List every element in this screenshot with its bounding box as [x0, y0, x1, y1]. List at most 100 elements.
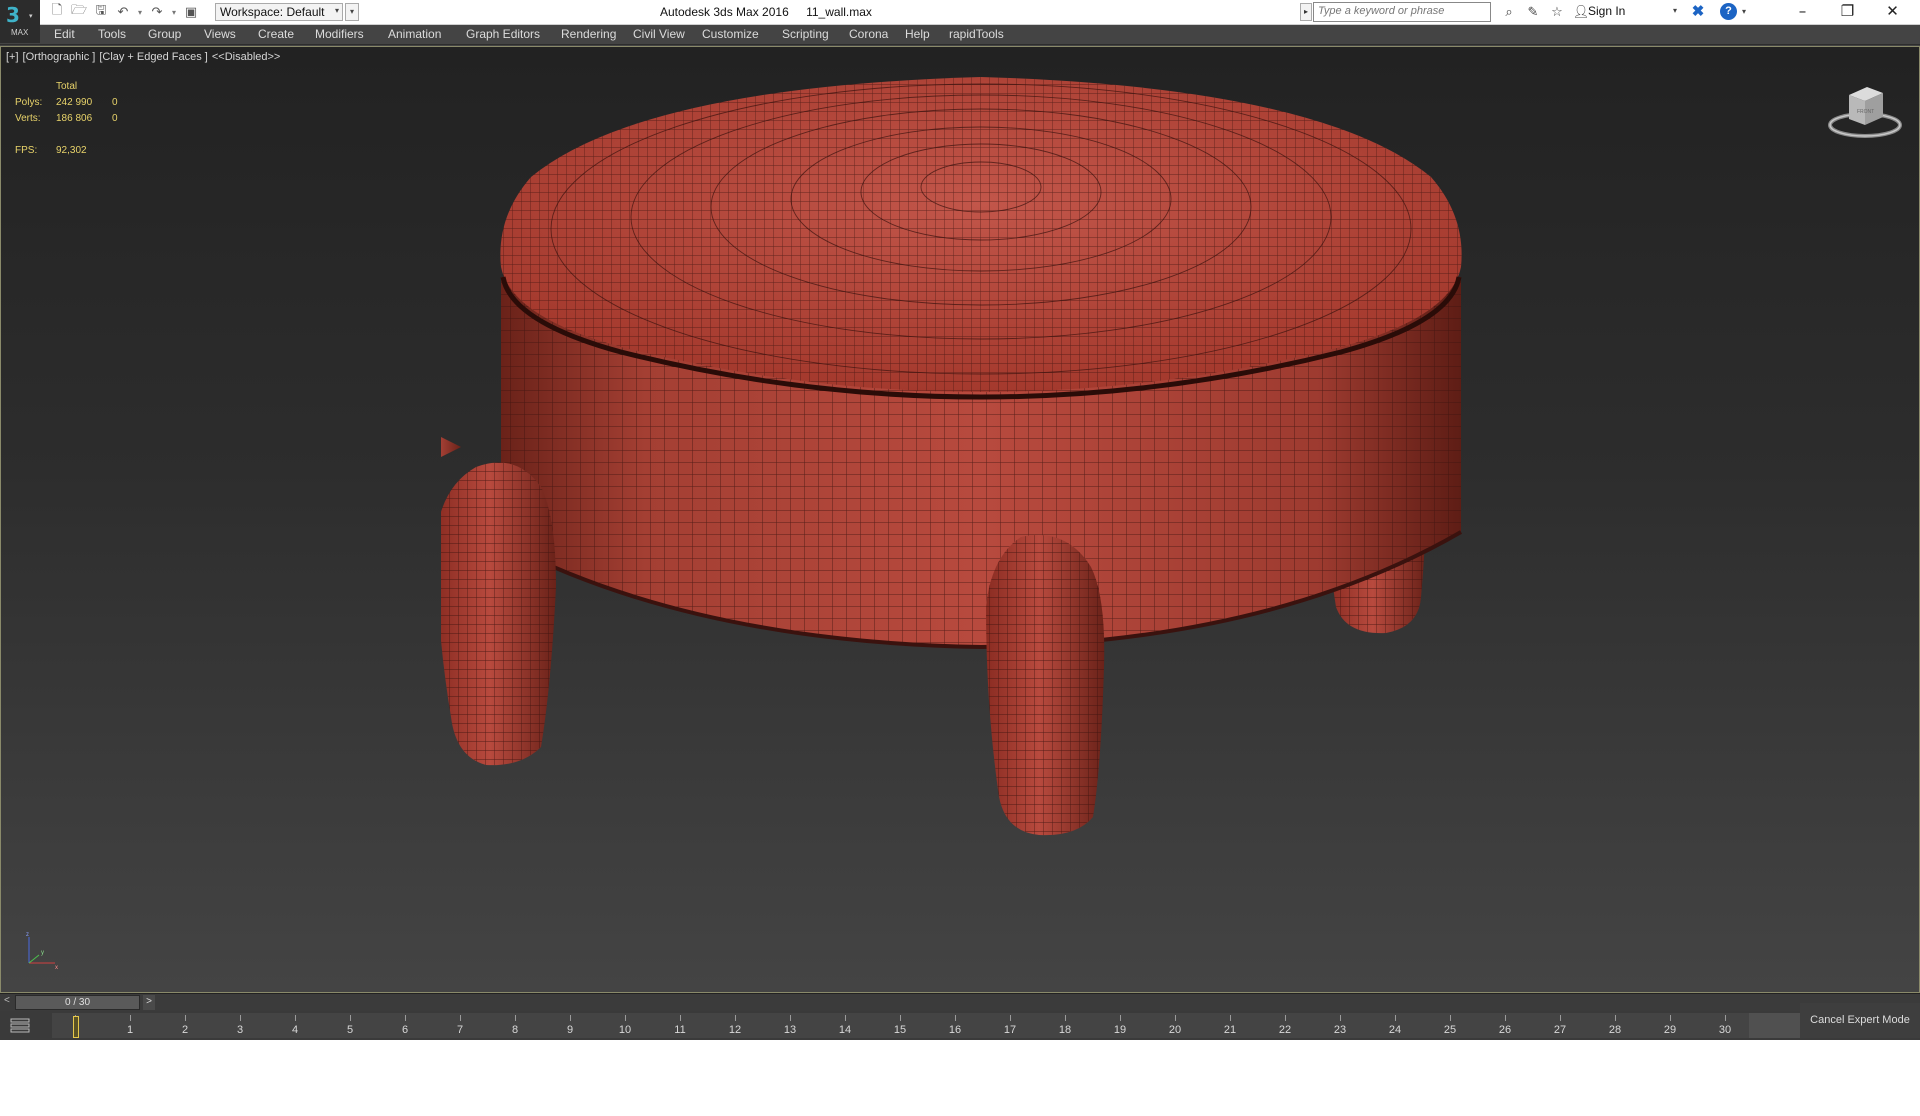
max-logo-icon: 3	[6, 3, 20, 27]
menu-tools[interactable]: Tools	[98, 27, 126, 41]
timeline-tick	[1395, 1015, 1396, 1021]
menu-modifiers[interactable]: Modifiers	[315, 27, 364, 41]
sign-in-button[interactable]: Sign In	[1588, 4, 1625, 18]
menu-group[interactable]: Group	[148, 27, 181, 41]
timeline-tick	[1670, 1015, 1671, 1021]
save-icon[interactable]: 🖫	[90, 2, 112, 22]
timeline-frame-label: 13	[783, 1024, 797, 1036]
viewport-view-menu[interactable]: [Orthographic ]	[23, 51, 96, 63]
menu-help[interactable]: Help	[905, 27, 930, 41]
timeline-tick	[295, 1015, 296, 1021]
pouf-model[interactable]	[441, 67, 1521, 982]
timeline-tick	[1450, 1015, 1451, 1021]
viewport-shading-menu[interactable]: [Clay + Edged Faces ]	[99, 51, 208, 63]
timeline-tick	[1010, 1015, 1011, 1021]
new-file-icon[interactable]: 🗋	[46, 2, 68, 22]
menu-create[interactable]: Create	[258, 27, 294, 41]
perspective-viewport[interactable]: [+] [Orthographic ] [Clay + Edged Faces ] <…	[0, 46, 1920, 993]
front-left-leg[interactable]	[441, 462, 556, 766]
viewcube-face-label: FRONT	[1857, 109, 1874, 115]
search-placeholder: Type a keyword or phrase	[1318, 5, 1445, 17]
timeline-track[interactable]: 1 2 3 4 5 6 7 8 9 10 11 12 13 14 15 16 17 18 19 20 21 22 23 24 2…	[52, 1013, 1749, 1038]
chevron-down-icon[interactable]: ▾	[1673, 6, 1677, 15]
menu-corona[interactable]: Corona	[849, 27, 888, 41]
menu-civil-view[interactable]: Civil View	[633, 27, 685, 41]
search-input[interactable]: Type a keyword or phrase	[1313, 2, 1491, 22]
timeline-frame-label: 30	[1718, 1024, 1732, 1036]
timeline-tick	[790, 1015, 791, 1021]
restore-button[interactable]: ❐	[1825, 0, 1870, 24]
menu-customize[interactable]: Customize	[702, 27, 759, 41]
timeline-frame-label: 18	[1058, 1024, 1072, 1036]
menu-edit[interactable]: Edit	[54, 27, 75, 41]
timeline-frame-label: 21	[1223, 1024, 1237, 1036]
timeline-tick	[1505, 1015, 1506, 1021]
app-title: Autodesk 3ds Max 2016	[660, 5, 789, 19]
open-file-icon[interactable]: 🗁	[68, 2, 90, 22]
timeline-frame-label: 15	[893, 1024, 907, 1036]
timeline-tick	[1615, 1015, 1616, 1021]
redo-dropdown-icon[interactable]: ▾	[168, 2, 180, 22]
mini-curve-editor-icon[interactable]	[10, 1017, 30, 1033]
customize-quick-access-button[interactable]: ▾	[345, 3, 359, 21]
svg-text:x: x	[55, 965, 58, 971]
timeline-tick	[1560, 1015, 1561, 1021]
fps-label: FPS:	[15, 145, 38, 156]
track-end-area	[1749, 1013, 1800, 1038]
time-slider-prev-button[interactable]: <	[4, 995, 10, 1006]
exchange-apps-icon[interactable]: ✖	[1688, 2, 1708, 22]
front-right-leg[interactable]	[986, 535, 1105, 836]
project-folder-icon[interactable]: ▣	[180, 2, 202, 22]
axis-tripod-icon: z y x	[26, 932, 58, 971]
quick-access-toolbar: 🗋 🗁 🖫 ↶ ▾ ↷ ▾ ▣	[46, 2, 202, 22]
favorites-star-icon[interactable]: ☆	[1545, 5, 1569, 20]
redo-icon[interactable]: ↷	[146, 2, 168, 22]
menu-rendering[interactable]: Rendering	[561, 27, 616, 41]
current-frame-marker[interactable]	[73, 1016, 79, 1038]
timeline-frame-label: 27	[1553, 1024, 1567, 1036]
menu-graph-editors[interactable]: Graph Editors	[466, 27, 540, 41]
track-bar: 1 2 3 4 5 6 7 8 9 10 11 12 13 14 15 16 17 18 19 20 21 22 23 24 2…	[0, 1011, 1920, 1040]
timeline-frame-label: 11	[674, 1024, 686, 1036]
chevron-down-icon[interactable]: ▾	[1742, 7, 1746, 16]
chevron-down-icon: ▾	[334, 6, 339, 15]
svg-text:z: z	[26, 932, 29, 938]
undo-dropdown-icon[interactable]: ▾	[134, 2, 146, 22]
application-button[interactable]: 3 MAX ▾	[0, 0, 40, 43]
viewport-disabled-label[interactable]: <<Disabled>>	[212, 51, 281, 63]
timeline-tick	[955, 1015, 956, 1021]
viewcube[interactable]: FRONT	[1827, 81, 1903, 145]
timeline-tick	[1120, 1015, 1121, 1021]
close-button[interactable]: ✕	[1870, 0, 1915, 24]
pouf-cushion-top[interactable]	[500, 77, 1462, 400]
cancel-expert-mode-button[interactable]: Cancel Expert Mode	[1800, 1003, 1920, 1038]
viewport-label-menu[interactable]: [+] [Orthographic ] [Clay + Edged Faces ] <…	[6, 51, 284, 63]
time-slider: < 0 / 30 >	[0, 993, 1920, 1011]
verts-total: 186 806	[56, 113, 93, 124]
search-expand-button[interactable]: ▸	[1300, 3, 1312, 21]
viewport-plus-menu[interactable]: [+]	[6, 51, 19, 63]
timeline-frame-label: 9	[566, 1024, 574, 1036]
timeline-frame-label: 3	[236, 1024, 244, 1036]
workspace-dropdown[interactable]: Workspace: Default ▾	[215, 3, 343, 21]
communication-center-icon[interactable]: ✎	[1521, 5, 1545, 20]
verts-selected: 0	[112, 113, 118, 124]
menu-views[interactable]: Views	[204, 27, 236, 41]
infocenter-toolbar: ⌕ ✎ ☆ 👤︎	[1497, 2, 1593, 22]
timeline-frame-label: 6	[401, 1024, 409, 1036]
time-slider-thumb[interactable]: 0 / 30	[15, 995, 140, 1010]
workspace-value: Workspace: Default	[220, 5, 325, 19]
menu-rapidtools[interactable]: rapidTools	[949, 27, 1004, 41]
minimize-button[interactable]: –	[1780, 0, 1825, 24]
undo-icon[interactable]: ↶	[112, 2, 134, 22]
stats-header: Total	[56, 81, 78, 92]
menu-scripting[interactable]: Scripting	[782, 27, 829, 41]
fps-value: 92,302	[56, 145, 87, 156]
timeline-tick	[845, 1015, 846, 1021]
timeline-frame-label: 26	[1498, 1024, 1512, 1036]
binoculars-icon[interactable]: ⌕	[1497, 5, 1521, 20]
time-slider-next-button[interactable]: >	[143, 995, 155, 1010]
timeline-frame-label: 22	[1278, 1024, 1292, 1036]
help-icon[interactable]: ?	[1720, 3, 1737, 20]
menu-animation[interactable]: Animation	[388, 27, 441, 41]
